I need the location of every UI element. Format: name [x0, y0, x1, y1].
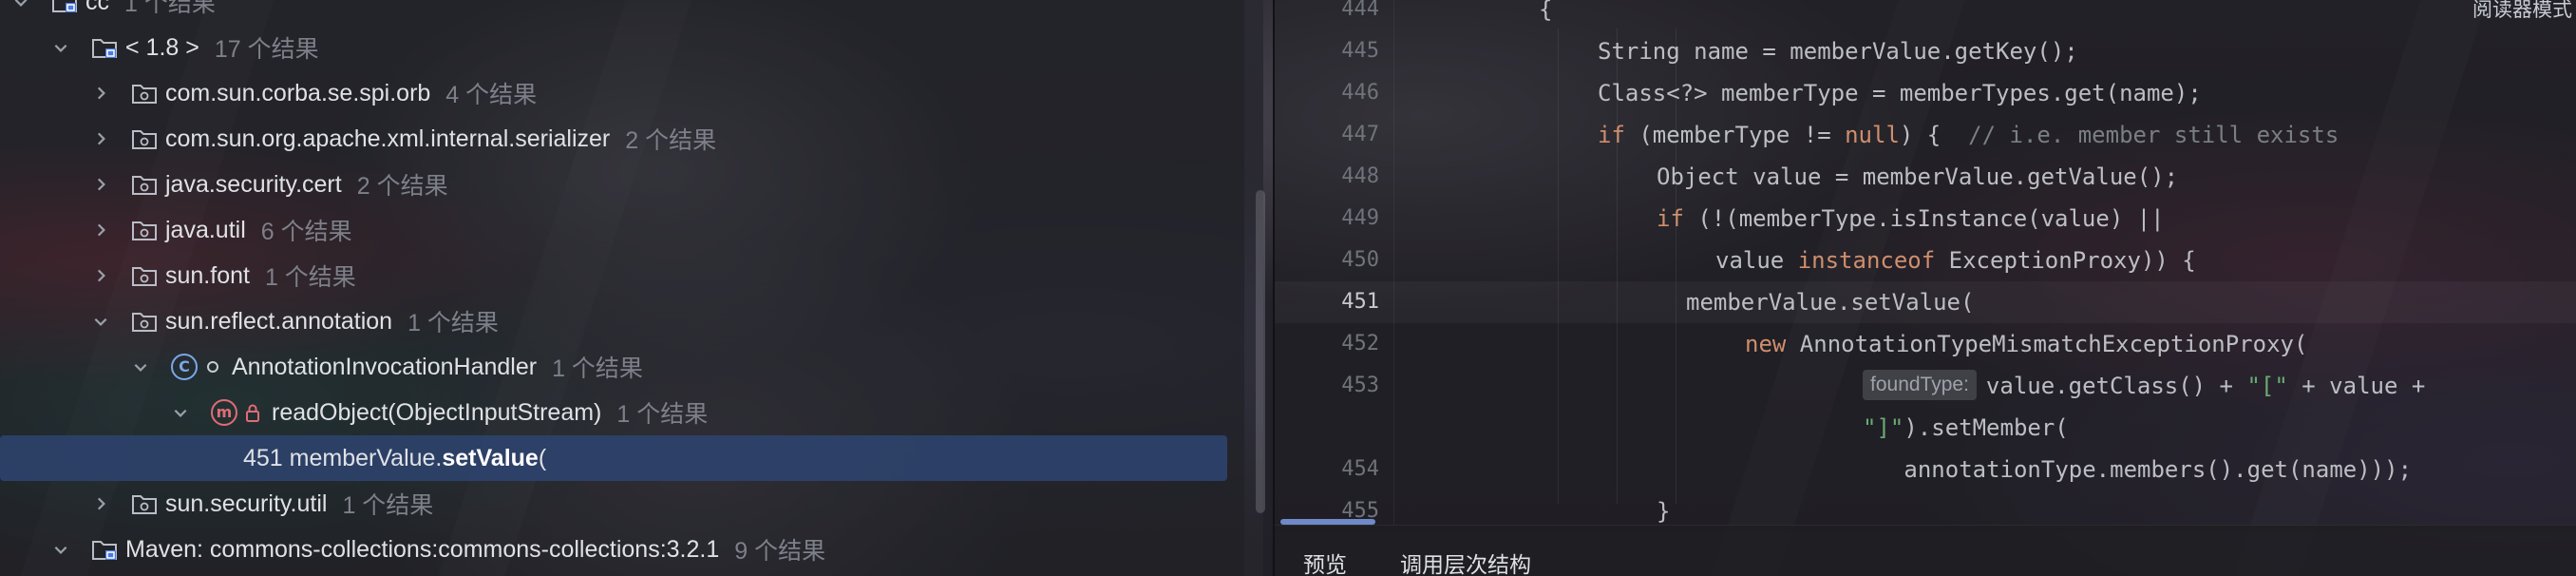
package-folder-icon	[131, 173, 158, 196]
line-number: 449	[1341, 206, 1379, 230]
code-line[interactable]: "]").setMember(	[1863, 407, 2069, 449]
tree-node-name: < 1.8 >	[125, 33, 199, 61]
code-line[interactable]: if (!(memberType.isInstance(value) ||	[1657, 198, 2165, 240]
result-count: 1 个结果	[342, 492, 434, 519]
line-number: 446	[1341, 81, 1379, 105]
find-results-tree: cc 1 个结果 < 1.8 > 17 个结果 com.sun.corba.se.spi…	[0, 0, 1244, 576]
result-count: 1 个结果	[616, 401, 709, 428]
result-count: 6 个结果	[260, 219, 352, 245]
private-lock-icon	[245, 403, 272, 422]
tree-row[interactable]: C AnnotationInvocationHandler 1 个结果	[0, 344, 1231, 390]
tree-vertical-scrollbar[interactable]	[1256, 190, 1265, 513]
tree-row[interactable]: java.security.cert 2 个结果	[0, 162, 1231, 207]
tab-call-hierarchy[interactable]: 调用层次结构	[1400, 547, 1531, 576]
tree-row[interactable]: sun.security.util 1 个结果	[0, 481, 1231, 527]
code-line[interactable]: {	[1539, 0, 1552, 30]
line-number: 451	[1341, 290, 1379, 314]
tree-node-name: cc	[85, 0, 109, 15]
tree-node-name: sun.security.util	[165, 490, 328, 517]
code-line[interactable]: memberValue.setValue(	[1686, 281, 1974, 323]
indent-guide	[1558, 29, 1559, 504]
gutter-separator	[1393, 0, 1394, 532]
code-line[interactable]: if (memberType != null) { // i.e. member…	[1598, 114, 2339, 156]
package-folder-icon	[131, 127, 158, 150]
result-count: 17 个结果	[214, 36, 319, 63]
line-number: 444	[1341, 0, 1379, 21]
tree-node-name: sun.font	[165, 261, 250, 289]
chevron-down-icon[interactable]	[87, 308, 114, 335]
result-count: 9 个结果	[734, 538, 826, 565]
package-folder-icon	[131, 492, 158, 515]
class-icon: C	[171, 354, 198, 380]
result-count: 2 个结果	[625, 127, 717, 154]
result-count: 4 个结果	[445, 82, 538, 108]
usage-match-text: 451 memberValue.setValue(	[243, 444, 547, 471]
chevron-right-icon[interactable]	[87, 490, 114, 517]
tree-row[interactable]: Maven: commons-collections:commons-colle…	[0, 527, 1231, 572]
chevron-right-icon[interactable]	[87, 171, 114, 198]
line-number: 450	[1341, 248, 1379, 272]
line-number: 447	[1341, 123, 1379, 146]
code-line[interactable]: value instanceof ExceptionProxy)) {	[1715, 240, 2196, 281]
result-count: 1 个结果	[124, 0, 216, 17]
chevron-down-icon[interactable]	[47, 536, 74, 563]
line-number	[1294, 407, 1379, 449]
result-count: 2 个结果	[356, 173, 448, 200]
result-count: 1 个结果	[552, 355, 643, 382]
parameter-name-hint: foundType:	[1863, 370, 1977, 400]
tree-node-name: java.security.cert	[165, 170, 342, 198]
method-icon: m	[211, 399, 237, 426]
result-count: 1 个结果	[407, 310, 499, 336]
tree-row[interactable]: sun.font 1 个结果	[0, 253, 1231, 298]
tree-node-name: java.util	[165, 216, 246, 243]
tree-row[interactable]: < 1.8 > 17 个结果	[0, 25, 1231, 70]
chevron-down-icon[interactable]	[8, 0, 34, 15]
tree-node-name: AnnotationInvocationHandler	[232, 353, 538, 380]
preview-tab-bar: 预览 调用层次结构	[1275, 525, 2576, 576]
visibility-package-icon	[207, 361, 218, 373]
chevron-down-icon[interactable]	[47, 34, 74, 61]
line-number: 453	[1341, 374, 1379, 397]
tree-row[interactable]: java.util 6 个结果	[0, 207, 1231, 253]
library-folder-icon	[91, 36, 118, 59]
package-folder-icon	[131, 310, 158, 333]
code-line[interactable]: annotationType.members().get(name)));	[1904, 449, 2412, 490]
tree-row[interactable]: sun.reflect.annotation 1 个结果	[0, 298, 1231, 344]
code-line[interactable]: new AnnotationTypeMismatchExceptionProxy…	[1745, 323, 2307, 365]
tab-preview[interactable]: 预览	[1303, 547, 1347, 576]
library-folder-icon	[91, 538, 118, 561]
chevron-right-icon[interactable]	[87, 125, 114, 152]
tree-row[interactable]: com.sun.corba.se.spi.orb 4 个结果	[0, 70, 1231, 116]
tree-node-name: Maven: commons-collections:commons-colle…	[125, 535, 720, 563]
chevron-right-icon[interactable]	[87, 217, 114, 243]
code-line[interactable]: Class<?> memberType = memberTypes.get(na…	[1598, 72, 2202, 114]
line-number: 448	[1341, 164, 1379, 188]
tree-row[interactable]: com.sun.org.apache.xml.internal.serializ…	[0, 116, 1231, 162]
ide-window: cc 1 个结果 < 1.8 > 17 个结果 com.sun.corba.se.spi…	[0, 0, 2576, 576]
code-line[interactable]: foundType: value.getClass() + "[" + value…	[1863, 365, 2425, 407]
package-folder-icon	[131, 264, 158, 287]
code-line[interactable]: Object value = memberValue.getValue();	[1657, 156, 2178, 198]
tree-row[interactable]: m readObject(ObjectInputStream) 1 个结果	[0, 390, 1231, 435]
code-preview-editor[interactable]: 444 {445 String name = memberValue.getKey(…	[1275, 0, 2576, 532]
code-line[interactable]: String name = memberValue.getKey();	[1598, 30, 2078, 72]
chevron-right-icon[interactable]	[87, 80, 114, 106]
line-number: 454	[1341, 457, 1379, 481]
tree-node-name: sun.reflect.annotation	[165, 307, 393, 335]
chevron-down-icon[interactable]	[127, 354, 154, 380]
tree-node-name: readObject(ObjectInputStream)	[272, 398, 602, 426]
library-folder-icon	[51, 0, 78, 13]
chevron-down-icon[interactable]	[167, 399, 194, 426]
package-folder-icon	[131, 219, 158, 241]
result-count: 1 个结果	[264, 264, 356, 291]
tree-node-name: com.sun.corba.se.spi.orb	[165, 79, 431, 106]
line-number: 445	[1341, 39, 1379, 63]
line-number: 452	[1341, 332, 1379, 355]
tree-row-selected-match[interactable]: 451 memberValue.setValue(	[0, 435, 1227, 481]
reader-mode-toggle[interactable]: 阅读器模式	[2472, 0, 2572, 21]
tree-node-name: com.sun.org.apache.xml.internal.serializ…	[165, 125, 611, 152]
tree-row[interactable]: cc 1 个结果	[0, 0, 1231, 25]
package-folder-icon	[131, 82, 158, 105]
chevron-right-icon[interactable]	[87, 262, 114, 289]
